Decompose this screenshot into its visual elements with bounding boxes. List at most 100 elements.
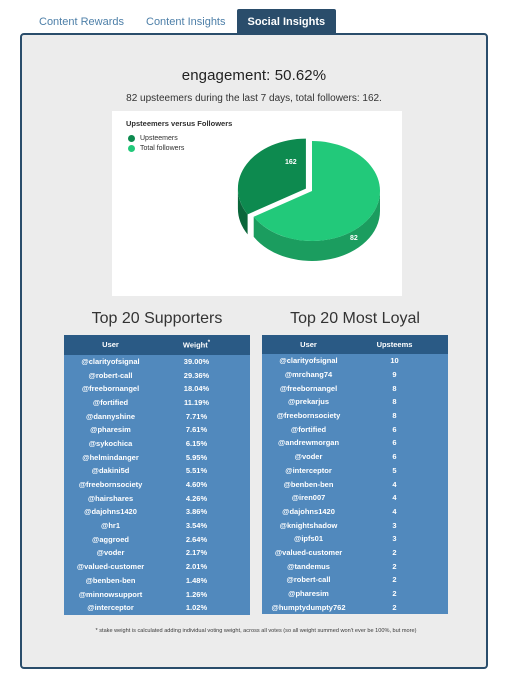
cell-user[interactable]: @benben-ben — [262, 477, 355, 491]
table-row[interactable]: @voder 6 — [262, 449, 448, 464]
table-row[interactable]: @iren007 4 — [262, 490, 448, 505]
cell-user[interactable]: @freebornsociety — [64, 477, 157, 492]
cell-user[interactable]: @interceptor — [262, 463, 355, 478]
table-row[interactable]: @hairshares 4.26% — [64, 491, 250, 506]
column-header-user[interactable]: User — [262, 335, 355, 354]
table-row[interactable]: @aggroed 2.64% — [64, 532, 250, 547]
table-row[interactable]: @dajohns1420 4 — [262, 504, 448, 519]
table-row[interactable]: @fortified 11.19% — [64, 395, 250, 410]
cell-user[interactable]: @voder — [64, 546, 157, 560]
cell-value: 2.17% — [157, 546, 250, 560]
table-row[interactable]: @robert-call 2 — [262, 573, 448, 587]
cell-user[interactable]: @andrewmorgan — [262, 436, 355, 450]
column-header-upsteems[interactable]: Upsteems — [355, 335, 448, 354]
table-row[interactable]: @hr1 3.54% — [64, 518, 250, 533]
table-row[interactable]: @freebornangel 8 — [262, 381, 448, 396]
cell-user[interactable]: @valued-customer — [64, 559, 157, 574]
cell-user[interactable]: @hr1 — [64, 518, 157, 533]
column-header-weight[interactable]: Weight* — [157, 335, 250, 355]
table-row[interactable]: @minnowsupport 1.26% — [64, 587, 250, 601]
table-row[interactable]: @benben-ben 4 — [262, 477, 448, 491]
table-row[interactable]: @tandemus 2 — [262, 559, 448, 573]
cell-user[interactable]: @sykochica — [64, 436, 157, 451]
tab-content-rewards[interactable]: Content Rewards — [28, 9, 135, 35]
table-row[interactable]: @knightshadow 3 — [262, 518, 448, 532]
cell-value: 2 — [355, 586, 448, 601]
cell-user[interactable]: @fortified — [64, 395, 157, 410]
table-row[interactable]: @dakini5d 5.51% — [64, 464, 250, 478]
cell-user[interactable]: @iren007 — [262, 490, 355, 505]
table-row[interactable]: @freebornsociety 4.60% — [64, 477, 250, 492]
legend-item[interactable]: Total followers — [128, 145, 184, 152]
cell-user[interactable]: @freebornsociety — [262, 408, 355, 423]
table-row[interactable]: @sykochica 6.15% — [64, 436, 250, 451]
cell-user[interactable]: @valued-customer — [262, 545, 355, 560]
cell-value: 29.36% — [157, 368, 250, 382]
table-row[interactable]: @interceptor 5 — [262, 463, 448, 478]
table-row[interactable]: @clarityofsignal 39.00% — [64, 354, 250, 369]
table-row[interactable]: @prekarjus 8 — [262, 395, 448, 409]
cell-value: 2 — [355, 600, 448, 615]
table-row[interactable]: @dajohns1420 3.86% — [64, 505, 250, 519]
cell-user[interactable]: @prekarjus — [262, 395, 355, 409]
engagement-subline: 82 upsteemers during the last 7 days, to… — [126, 93, 382, 104]
legend-item[interactable]: Upsteemers — [128, 135, 184, 142]
table-row[interactable]: @fortified 6 — [262, 422, 448, 437]
cell-value: 8 — [355, 408, 448, 423]
cell-user[interactable]: @humptydumpty762 — [262, 600, 355, 615]
tab-content-insights[interactable]: Content Insights — [135, 9, 237, 35]
cell-user[interactable]: @voder — [262, 449, 355, 464]
cell-user[interactable]: @pharesim — [64, 422, 157, 437]
cell-user[interactable]: @dakini5d — [64, 464, 157, 478]
table-row[interactable]: @pharesim 7.61% — [64, 422, 250, 437]
table-row[interactable]: @mrchang74 9 — [262, 367, 448, 382]
table-row[interactable]: @robert-call 29.36% — [64, 368, 250, 382]
table-row[interactable]: @valued-customer 2 — [262, 545, 448, 560]
table-row[interactable]: @clarityofsignal 10 — [262, 354, 448, 368]
cell-user[interactable]: @freebornangel — [64, 381, 157, 396]
cell-user[interactable]: @dannyshine — [64, 409, 157, 423]
table-row[interactable]: @benben-ben 1.48% — [64, 573, 250, 588]
table-row[interactable]: @humptydumpty762 2 — [262, 600, 448, 615]
footnote-text: * stake weight is calculated adding indi… — [95, 628, 417, 634]
table-row[interactable]: @helmindanger 5.95% — [64, 450, 250, 464]
cell-value: 5 — [355, 463, 448, 478]
table-row[interactable]: @voder 2.17% — [64, 546, 250, 560]
table-row[interactable]: @interceptor 1.02% — [64, 600, 250, 615]
tab-social-insights[interactable]: Social Insights — [236, 9, 337, 35]
table-row[interactable]: @pharesim 2 — [262, 586, 448, 601]
cell-user[interactable]: @minnowsupport — [64, 587, 157, 601]
cell-user[interactable]: @aggroed — [64, 532, 157, 547]
table-row[interactable]: @freebornsociety 8 — [262, 408, 448, 423]
cell-user[interactable]: @hairshares — [64, 491, 157, 506]
supporters-caption: Top 20 Supporters — [91, 310, 223, 327]
cell-value: 18.04% — [157, 381, 250, 396]
loyal-table-body: @clarityofsignal 10 @mrchang74 9 @freebornan… — [262, 354, 448, 615]
table-row[interactable]: @valued-customer 2.01% — [64, 559, 250, 574]
column-header-user[interactable]: User — [64, 335, 157, 355]
column-header-weight-label: Weight — [182, 340, 208, 350]
table-row[interactable]: @andrewmorgan 6 — [262, 436, 448, 450]
cell-user[interactable]: @tandemus — [262, 559, 355, 573]
insights-card: engagement: 50.62% 82 upsteemers during … — [20, 33, 488, 669]
cell-user[interactable]: @clarityofsignal — [64, 354, 157, 369]
loyal-table-head: User Upsteems — [262, 335, 448, 354]
cell-user[interactable]: @ipfs01 — [262, 531, 355, 546]
table-row[interactable]: @ipfs01 3 — [262, 531, 448, 546]
cell-user[interactable]: @dajohns1420 — [262, 504, 355, 519]
cell-user[interactable]: @benben-ben — [64, 573, 157, 588]
cell-user[interactable]: @freebornangel — [262, 381, 355, 396]
cell-user[interactable]: @dajohns1420 — [64, 505, 157, 519]
table-row[interactable]: @freebornangel 18.04% — [64, 381, 250, 396]
cell-user[interactable]: @interceptor — [64, 600, 157, 615]
cell-user[interactable]: @pharesim — [262, 586, 355, 601]
cell-user[interactable]: @robert-call — [262, 573, 355, 587]
cell-user[interactable]: @robert-call — [64, 368, 157, 382]
cell-user[interactable]: @fortified — [262, 422, 355, 437]
cell-user[interactable]: @clarityofsignal — [262, 354, 355, 368]
cell-user[interactable]: @helmindanger — [64, 450, 157, 464]
cell-user[interactable]: @knightshadow — [262, 518, 355, 532]
cell-value: 8 — [355, 381, 448, 396]
table-row[interactable]: @dannyshine 7.71% — [64, 409, 250, 423]
cell-user[interactable]: @mrchang74 — [262, 367, 355, 382]
